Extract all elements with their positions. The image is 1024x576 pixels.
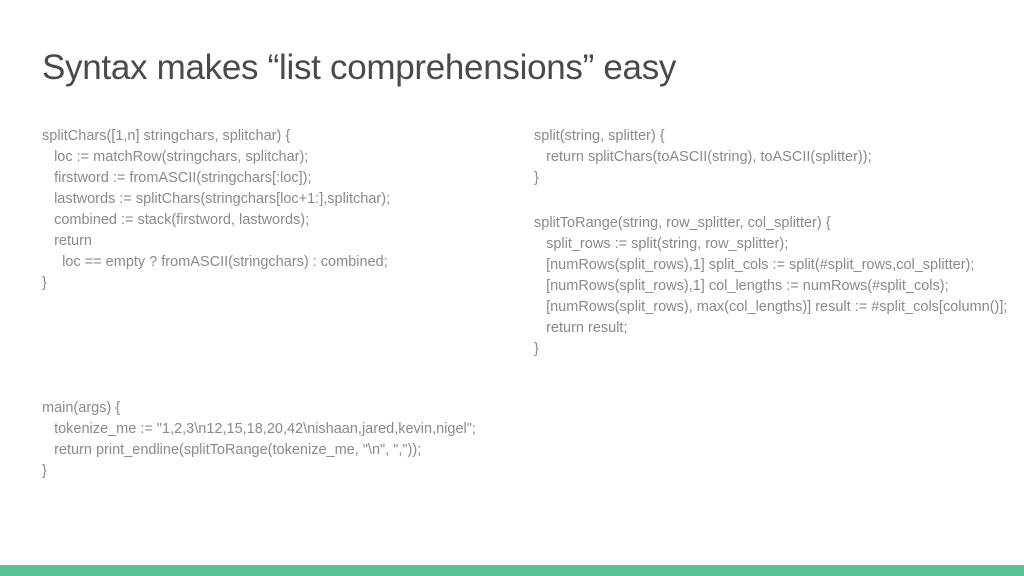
footer-accent-bar xyxy=(0,565,1024,576)
code-splittorange: splitToRange(string, row_splitter, col_s… xyxy=(534,213,1007,360)
slide-title: Syntax makes “list comprehensions” easy xyxy=(42,48,982,88)
slide: Syntax makes “list comprehensions” easy … xyxy=(0,0,1024,482)
columns: splitChars([1,n] stringchars, splitchar)… xyxy=(42,126,982,384)
code-splitchars: splitChars([1,n] stringchars, splitchar)… xyxy=(42,126,502,294)
code-main: main(args) { tokenize_me := "1,2,3\n12,1… xyxy=(42,398,982,482)
column-left: splitChars([1,n] stringchars, splitchar)… xyxy=(42,126,502,384)
column-right: split(string, splitter) { return splitCh… xyxy=(534,126,1007,384)
code-split: split(string, splitter) { return splitCh… xyxy=(534,126,1007,189)
